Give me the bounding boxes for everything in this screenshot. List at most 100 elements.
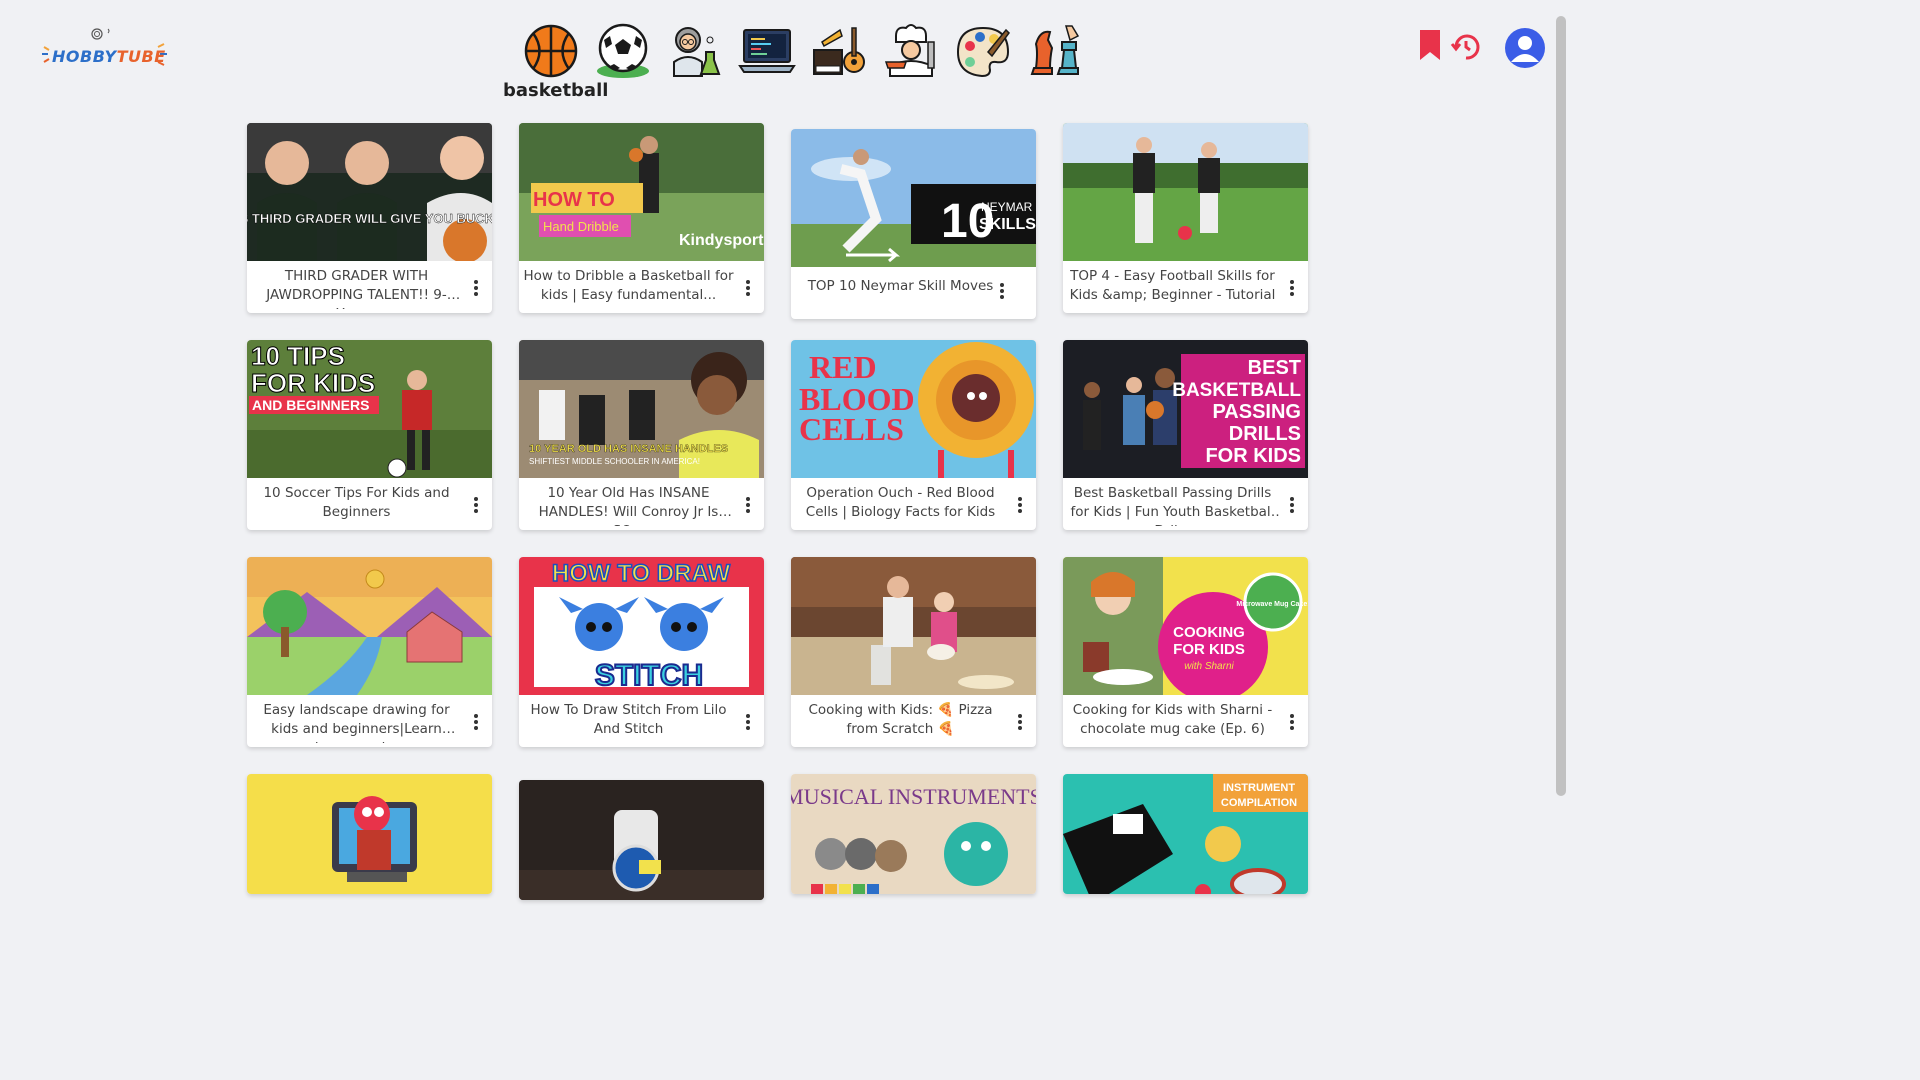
svg-text:RED: RED xyxy=(809,349,877,385)
video-card[interactable]: Easy landscape drawing for kids and begi… xyxy=(247,557,492,747)
category-music[interactable] xyxy=(810,22,868,80)
user-avatar[interactable] xyxy=(1505,28,1545,68)
more-options-icon[interactable] xyxy=(469,278,483,300)
scrollbar-thumb[interactable] xyxy=(1556,16,1566,796)
svg-text:Hand Dribble: Hand Dribble xyxy=(543,219,619,234)
category-basketball[interactable] xyxy=(522,22,580,80)
svg-text:Kindysport: Kindysport xyxy=(679,232,764,249)
video-thumbnail[interactable] xyxy=(247,774,492,894)
more-options-icon[interactable] xyxy=(1013,495,1027,517)
video-title[interactable]: How To Draw Stitch From Lilo And Stitch xyxy=(519,701,736,743)
video-card[interactable]: BEST BASKETBALL PASSING DRILLS FOR KIDS B… xyxy=(1063,340,1308,530)
video-thumbnail[interactable]: 10 YEAR OLD HAS INSANE HANDLES SHIFTIEST… xyxy=(519,340,764,478)
video-thumbnail[interactable]: HOW TO DRAW STITCH xyxy=(519,557,764,695)
more-options-icon[interactable] xyxy=(741,495,755,517)
chef-icon xyxy=(884,24,935,77)
video-title[interactable]: Cooking with Kids: 🍕 Pizza from Scratch … xyxy=(791,701,1008,743)
svg-text:COMPILATION: COMPILATION xyxy=(1221,797,1297,809)
more-options-icon[interactable] xyxy=(1013,712,1027,734)
video-card[interactable]: 10 NEYMAR SKILLS TOP 10 Neymar Skill Mov… xyxy=(791,129,1036,319)
video-card[interactable]: TOP 4 - Easy Football Skills for Kids &a… xyxy=(1063,123,1308,313)
soccer-ball-icon xyxy=(597,23,649,78)
video-title[interactable]: TOP 10 Neymar Skill Moves xyxy=(791,277,1008,319)
category-cooking[interactable] xyxy=(882,22,940,80)
musical-instruments-icon xyxy=(813,27,865,75)
category-art[interactable] xyxy=(954,22,1012,80)
category-chess[interactable] xyxy=(1026,22,1084,80)
video-card[interactable]: 10 YEAR OLD HAS INSANE HANDLES SHIFTIEST… xyxy=(519,340,764,530)
user-icon xyxy=(1511,36,1539,62)
more-options-icon[interactable] xyxy=(1285,495,1299,517)
svg-text:NEYMAR: NEYMAR xyxy=(981,200,1033,214)
svg-text:FOR KIDS: FOR KIDS xyxy=(1205,445,1301,467)
category-soccer[interactable] xyxy=(594,22,652,80)
bookmarks-button[interactable] xyxy=(1418,28,1442,66)
video-title[interactable]: THIRD GRADER WITH JAWDROPPING TALENT!! 9… xyxy=(247,267,464,309)
palette-icon xyxy=(956,26,1010,78)
video-thumbnail[interactable]: THIS THIRD GRADER WILL GIVE YOU BUCKETS xyxy=(247,123,492,261)
video-thumbnail[interactable]: COOKING FOR KIDS with Sharni Microwave M… xyxy=(1063,557,1308,695)
more-options-icon[interactable] xyxy=(1285,278,1299,300)
video-title[interactable]: TOP 4 - Easy Football Skills for Kids &a… xyxy=(1063,267,1280,309)
video-card[interactable]: HOW TO DRAW STITCH How To Draw Stitch Fro… xyxy=(519,557,764,747)
video-card[interactable]: COOKING FOR KIDS with Sharni Microwave M… xyxy=(1063,557,1308,747)
video-thumbnail[interactable]: INSTRUMENT COMPILATION xyxy=(1063,774,1308,894)
hobbytube-logo[interactable]: HOBBYTUBE xyxy=(40,25,170,75)
video-thumbnail[interactable]: 10 TIPS FOR KIDS AND BEGINNERS xyxy=(247,340,492,478)
video-card[interactable]: MUSICAL INSTRUMENTS xyxy=(791,774,1036,894)
svg-text:THIS THIRD GRADER WILL GIVE YO: THIS THIRD GRADER WILL GIVE YOU BUCKETS xyxy=(247,211,492,226)
category-science[interactable] xyxy=(666,22,724,80)
svg-text:10 YEAR OLD HAS INSANE HANDLES: 10 YEAR OLD HAS INSANE HANDLES xyxy=(529,443,728,455)
video-thumbnail[interactable]: MUSICAL INSTRUMENTS xyxy=(791,774,1036,894)
video-thumbnail[interactable]: BEST BASKETBALL PASSING DRILLS FOR KIDS xyxy=(1063,340,1308,478)
scientist-icon xyxy=(673,27,721,77)
logo-text-tube: TUBE xyxy=(116,47,166,66)
video-card[interactable] xyxy=(519,780,764,900)
svg-text:BEST: BEST xyxy=(1248,357,1301,379)
more-options-icon[interactable] xyxy=(741,278,755,300)
video-title[interactable]: 10 Year Old Has INSANE HANDLES! Will Con… xyxy=(519,484,736,526)
video-card[interactable]: HOW TO Hand Dribble Kindysport How to Dri… xyxy=(519,123,764,313)
svg-text:Microwave Mug Cake!: Microwave Mug Cake! xyxy=(1236,601,1308,608)
laptop-code-icon xyxy=(738,29,796,73)
history-icon xyxy=(1450,34,1480,60)
video-title[interactable]: 10 Soccer Tips For Kids and Beginners xyxy=(247,484,464,526)
video-thumbnail[interactable] xyxy=(1063,123,1308,261)
video-card[interactable]: RED BLOOD CELLS Operation Ouch - Red Bloo… xyxy=(791,340,1036,530)
selected-category-label: basketball xyxy=(503,80,609,101)
svg-text:BASKETBALL: BASKETBALL xyxy=(1172,380,1301,401)
video-title[interactable]: Cooking for Kids with Sharni - chocolate… xyxy=(1063,701,1280,743)
svg-text:HOW TO DRAW: HOW TO DRAW xyxy=(552,560,731,587)
svg-text:SKILLS: SKILLS xyxy=(979,216,1036,233)
top-header: HOBBYTUBE basketball xyxy=(0,0,1554,110)
video-thumbnail[interactable] xyxy=(519,780,764,900)
video-card[interactable]: Cooking with Kids: 🍕 Pizza from Scratch … xyxy=(791,557,1036,747)
svg-text:AND BEGINNERS: AND BEGINNERS xyxy=(252,397,369,413)
video-thumbnail[interactable]: RED BLOOD CELLS xyxy=(791,340,1036,478)
video-thumbnail[interactable]: 10 NEYMAR SKILLS xyxy=(791,129,1036,267)
video-title[interactable]: How to Dribble a Basketball for kids | E… xyxy=(519,267,736,309)
video-title[interactable]: Easy landscape drawing for kids and begi… xyxy=(247,701,464,743)
video-card[interactable]: 10 TIPS FOR KIDS AND BEGINNERS 10 Soccer … xyxy=(247,340,492,530)
svg-text:CELLS: CELLS xyxy=(799,411,904,447)
logo-text-hobby: HOBBY xyxy=(52,47,117,66)
history-button[interactable] xyxy=(1450,32,1482,66)
video-card[interactable]: INSTRUMENT COMPILATION xyxy=(1063,774,1308,894)
video-thumbnail[interactable]: HOW TO Hand Dribble Kindysport xyxy=(519,123,764,261)
more-options-icon[interactable] xyxy=(469,495,483,517)
more-options-icon[interactable] xyxy=(1285,712,1299,734)
category-coding[interactable] xyxy=(738,22,796,80)
video-thumbnail[interactable] xyxy=(791,557,1036,695)
svg-text:SHIFTIEST MIDDLE SCHOOLER IN A: SHIFTIEST MIDDLE SCHOOLER IN AMERICA! xyxy=(529,457,700,466)
chess-icon xyxy=(1030,25,1080,75)
svg-text:INSTRUMENT: INSTRUMENT xyxy=(1223,782,1295,794)
video-card[interactable] xyxy=(247,774,492,894)
video-card[interactable]: THIS THIRD GRADER WILL GIVE YOU BUCKETS T… xyxy=(247,123,492,313)
scrollbar[interactable] xyxy=(1554,0,1568,882)
more-options-icon[interactable] xyxy=(469,712,483,734)
video-title[interactable]: Operation Ouch - Red Blood Cells | Biolo… xyxy=(791,484,1008,526)
more-options-icon[interactable] xyxy=(995,281,1009,303)
video-title[interactable]: Best Basketball Passing Drills for Kids … xyxy=(1063,484,1280,526)
more-options-icon[interactable] xyxy=(741,712,755,734)
video-thumbnail[interactable] xyxy=(247,557,492,695)
